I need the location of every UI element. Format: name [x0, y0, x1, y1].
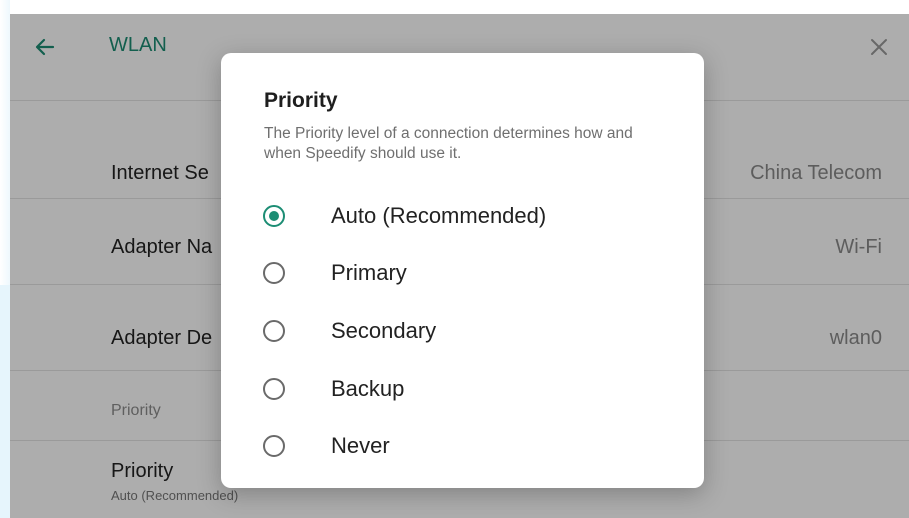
- left-edge-tint: [0, 285, 10, 518]
- option-primary[interactable]: Primary: [259, 250, 679, 296]
- option-secondary[interactable]: Secondary: [259, 308, 679, 354]
- option-label: Never: [331, 433, 390, 458]
- radio-button[interactable]: [263, 262, 285, 284]
- option-label: Auto (Recommended): [331, 203, 547, 228]
- dialog-description: The Priority level of a connection deter…: [264, 125, 633, 162]
- option-backup[interactable]: Backup: [259, 366, 679, 412]
- option-label: Primary: [331, 260, 407, 285]
- priority-dialog: Priority The Priority level of a connect…: [221, 53, 704, 488]
- option-label: Secondary: [331, 318, 437, 343]
- option-auto[interactable]: Auto (Recommended): [259, 193, 679, 239]
- screen: WLAN Internet Se China Telecom Adapter N…: [0, 0, 909, 518]
- radio-button[interactable]: [263, 378, 285, 400]
- dialog-title: Priority: [264, 89, 338, 112]
- radio-button[interactable]: [263, 320, 285, 342]
- radio-button[interactable]: [263, 205, 285, 227]
- option-never[interactable]: Never: [259, 423, 679, 469]
- option-label: Backup: [331, 376, 405, 401]
- radio-button[interactable]: [263, 435, 285, 457]
